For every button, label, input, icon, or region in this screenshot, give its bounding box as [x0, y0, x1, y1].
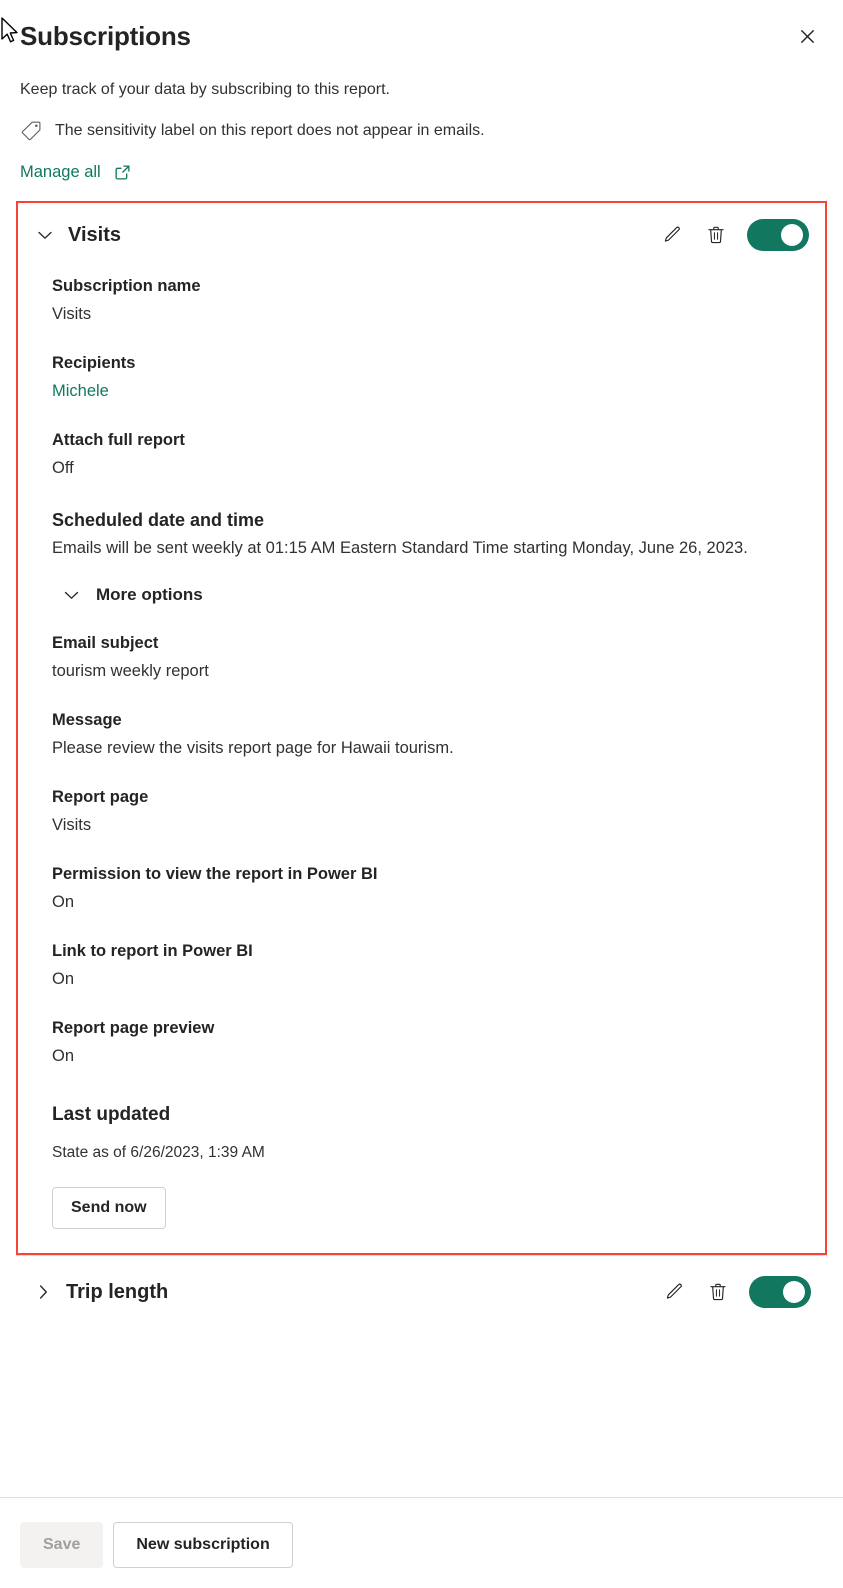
field-value: State as of 6/26/2023, 1:39 AM [52, 1144, 265, 1161]
page-title: Subscriptions [20, 21, 191, 51]
subscription-toggle-trip-length[interactable] [749, 1276, 811, 1308]
trash-icon[interactable] [705, 1279, 731, 1305]
chevron-right-icon[interactable] [32, 1281, 54, 1303]
field-recipients: Recipients Michele [52, 352, 791, 403]
panel-header: Subscriptions Keep track of your data by… [0, 0, 843, 183]
field-message: Message Please review the visits report … [52, 709, 791, 760]
new-subscription-button[interactable]: New subscription [113, 1522, 293, 1568]
field-email-subject: Email subject tourism weekly report [52, 632, 791, 683]
field-label: Message [52, 711, 122, 729]
chevron-down-icon [60, 584, 82, 606]
field-scheduled-date-time: Scheduled date and time Emails will be s… [52, 508, 791, 562]
recipient-chip[interactable]: Michele [52, 379, 791, 403]
field-value: Emails will be sent weekly at 01:15 AM E… [52, 539, 748, 557]
more-options-toggle[interactable]: More options [60, 584, 203, 606]
field-value: On [52, 1047, 75, 1065]
title-row: Subscriptions [20, 20, 823, 52]
panel-footer: Save New subscription [0, 1497, 843, 1588]
field-label: Link to report in Power BI [52, 942, 253, 960]
field-label: Scheduled date and time [52, 510, 265, 530]
field-value: Off [52, 459, 74, 477]
subscription-name-heading: Trip length [66, 1281, 169, 1303]
field-label: Report page preview [52, 1019, 215, 1037]
field-label: Permission to view the report in Power B… [52, 865, 378, 883]
field-report-page-preview: Report page preview On [52, 1017, 791, 1068]
subscription-header-visits[interactable]: Visits [18, 203, 825, 261]
field-value: Visits [52, 816, 92, 834]
subscription-name-heading: Visits [68, 224, 121, 246]
field-link-to-report: Link to report in Power BI On [52, 940, 791, 991]
field-permission-to-view: Permission to view the report in Power B… [52, 863, 791, 914]
subscription-toggle-visits[interactable] [747, 219, 809, 251]
field-value: Visits [52, 305, 92, 323]
pencil-icon[interactable] [661, 1279, 687, 1305]
field-label: Email subject [52, 634, 159, 652]
send-now-button[interactable]: Send now [52, 1187, 166, 1229]
chevron-down-icon[interactable] [34, 224, 56, 246]
field-label: Attach full report [52, 431, 185, 449]
subscription-details: Subscription name Visits Recipients Mich… [18, 275, 825, 1229]
field-subscription-name: Subscription name Visits [52, 275, 791, 326]
field-value: Please review the visits report page for… [52, 739, 454, 757]
manage-all-link[interactable]: Manage all [20, 161, 132, 183]
subscriptions-list: Visits Subscription name Visits Recipien… [0, 201, 843, 1497]
external-link-icon [113, 163, 132, 182]
manage-all-label: Manage all [20, 163, 101, 181]
trash-icon[interactable] [703, 222, 729, 248]
subscription-actions [659, 219, 809, 251]
subscription-actions [661, 1276, 811, 1308]
field-value: tourism weekly report [52, 662, 209, 680]
panel-subtitle: Keep track of your data by subscribing t… [20, 81, 390, 98]
save-button[interactable]: Save [20, 1522, 104, 1568]
sensitivity-label-text: The sensitivity label on this report doe… [55, 122, 485, 139]
subscription-header-trip-length[interactable]: Trip length [16, 1255, 827, 1324]
subscriptions-panel: Subscriptions Keep track of your data by… [0, 0, 843, 1588]
field-label: Last updated [52, 1104, 171, 1125]
subscription-card-visits: Visits Subscription name Visits Recipien… [16, 201, 827, 1255]
field-attach-full-report: Attach full report Off [52, 429, 791, 480]
field-label: Report page [52, 788, 149, 806]
field-label: Recipients [52, 354, 136, 372]
toggle-knob [783, 1281, 805, 1303]
toggle-knob [781, 224, 803, 246]
pencil-icon[interactable] [659, 222, 685, 248]
tag-icon [20, 120, 42, 142]
field-value: On [52, 893, 75, 911]
field-last-updated: Last updated State as of 6/26/2023, 1:39… [52, 1102, 791, 1165]
field-label: Subscription name [52, 277, 201, 295]
sensitivity-label-row: The sensitivity label on this report doe… [20, 120, 823, 142]
close-icon[interactable] [791, 20, 823, 52]
field-report-page: Report page Visits [52, 786, 791, 837]
more-options-label: More options [96, 585, 203, 604]
field-value: On [52, 970, 75, 988]
